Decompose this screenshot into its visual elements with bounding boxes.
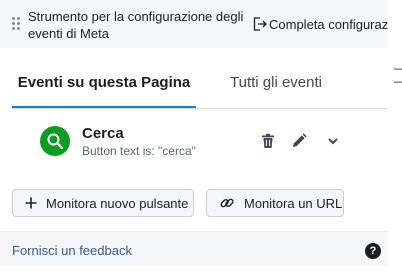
plus-icon <box>25 197 37 209</box>
trash-icon <box>262 133 274 148</box>
panel-footer: Fornisci un feedback ? <box>0 231 388 266</box>
track-url-button[interactable]: Monitora un URL <box>206 189 344 217</box>
panel-header: Strumento per la configurazione degli ev… <box>0 0 388 48</box>
link-icon <box>220 198 234 208</box>
background-page-fragment: — — <box>394 62 402 92</box>
chevron-down-icon <box>328 138 338 145</box>
search-icon <box>47 133 64 150</box>
track-new-button-label: Monitora nuovo pulsante <box>46 195 189 211</box>
delete-event-button[interactable] <box>258 131 278 151</box>
help-icon[interactable]: ? <box>365 243 381 259</box>
event-setup-tool-panel: Strumento per la configurazione degli ev… <box>0 0 388 266</box>
edit-event-button[interactable] <box>289 131 309 151</box>
track-url-button-label: Monitora un URL <box>244 195 343 211</box>
event-icon-badge <box>40 126 70 156</box>
event-name: Cerca <box>82 125 124 142</box>
background-page-text <box>0 266 402 274</box>
panel-title: Strumento per la configurazione degli ev… <box>28 9 244 41</box>
complete-setup-label: Completa configurazio <box>269 16 388 32</box>
expand-event-button[interactable] <box>323 131 343 151</box>
pencil-icon <box>293 133 307 147</box>
complete-setup-button[interactable]: Completa configurazio <box>252 14 388 34</box>
tab-events-on-page[interactable]: Eventi su questa Pagina <box>12 58 196 108</box>
drag-handle-icon[interactable] <box>12 17 20 31</box>
event-description: Button text is: "cerca" <box>82 144 196 158</box>
tab-all-events[interactable]: Tutti gli eventi <box>196 58 356 106</box>
exit-icon <box>253 17 267 31</box>
list-item: Cerca Button text is: "cerca" <box>38 124 358 160</box>
track-new-button[interactable]: Monitora nuovo pulsante <box>12 189 194 217</box>
tab-bar: Eventi su questa Pagina Tutti gli eventi <box>12 58 388 109</box>
feedback-link[interactable]: Fornisci un feedback <box>12 243 132 258</box>
